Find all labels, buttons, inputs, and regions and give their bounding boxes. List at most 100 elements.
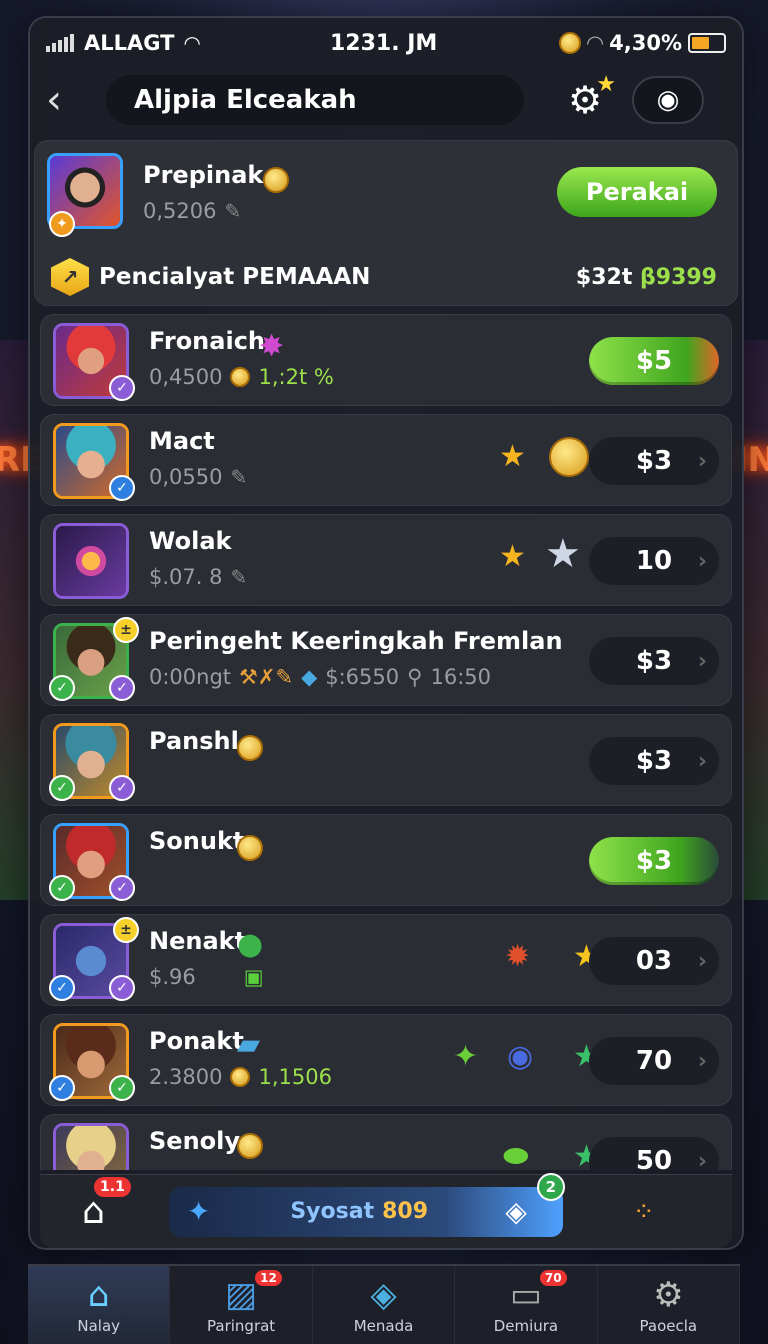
coin-icon: [237, 729, 263, 764]
notification-badge: 1.1: [94, 1177, 131, 1197]
verified-badge: ✓: [109, 375, 135, 401]
record-button[interactable]: ◉: [632, 76, 704, 124]
banner-label: Pencialyat PEMAAAN: [99, 264, 371, 290]
app-window: ALLAGT ◠ 1231. JM ◠ 4,30% ‹ Aljpia Elcea…: [30, 18, 742, 1248]
search-icon: ⚲: [407, 665, 423, 689]
nav-item-menada[interactable]: ◈ Menada: [313, 1266, 456, 1344]
battery-percent: 4,30%: [609, 31, 682, 55]
gem-icon: ◆: [301, 665, 318, 689]
items-icon: ⚒✗✎: [239, 665, 294, 689]
price-button[interactable]: $3 ›: [589, 637, 719, 685]
sync-label: Syosat: [290, 1199, 375, 1224]
coin-icon: [230, 1067, 251, 1087]
list-item[interactable]: ✓ Fronaich ✸ 0,4500 1,:2t % $5: [40, 314, 732, 406]
player-score: $.96: [149, 965, 196, 989]
player-name: Senoly: [149, 1127, 241, 1155]
coin-icon: [263, 161, 289, 196]
diamond-icon: ✦: [186, 1195, 211, 1228]
list-item[interactable]: ± ✓ ✓ Nenakt ● $.96 ▣ ✹ ★ 03 ›: [40, 914, 732, 1006]
nav-item-nalay[interactable]: ⌂ Nalay: [28, 1266, 171, 1344]
home-icon: ⌂: [87, 1275, 110, 1315]
price-button[interactable]: $5: [589, 337, 719, 385]
coin-badge: ±: [113, 917, 139, 943]
verified-badge: ✓: [109, 675, 135, 701]
nav-item-paoecla[interactable]: ⚙ Paoecla: [598, 1266, 741, 1344]
tag-icon: ◈: [505, 1195, 527, 1228]
verified-badge: ✓: [109, 1075, 135, 1101]
player-score: 2.3800: [149, 1065, 223, 1089]
bottom-navigation: ⌂ Nalay ▨ 12 Paringrat ◈ Menada ▭ 70 Dem…: [28, 1264, 741, 1344]
header: ‹ Aljpia Elceakah ⚙ ★ ◉: [46, 72, 726, 128]
action-bar: ⌂ 1.1 ✦ Syosat 809 ◈ 2 ⁘: [40, 1172, 732, 1248]
nav-item-paringrat[interactable]: ▨ 12 Paringrat: [170, 1266, 313, 1344]
level-badge: ✦: [49, 211, 75, 237]
list-item[interactable]: ± ✓ ✓ Peringeht Keeringkah Fremlan 0:00n…: [40, 614, 732, 706]
player-score: 0:00ngt: [149, 665, 232, 689]
price-button[interactable]: 10 ›: [589, 537, 719, 585]
list-item[interactable]: Wolak $.07. 8 ✎ ★ ★ 10 ›: [40, 514, 732, 606]
beetle-icon: ✹: [505, 939, 531, 974]
picture-icon: ▨: [225, 1275, 258, 1315]
sync-bar[interactable]: ✦ Syosat 809 ◈ 2: [168, 1172, 565, 1237]
notification-badge: 70: [539, 1270, 567, 1286]
chevron-right-icon: ›: [697, 1048, 707, 1074]
player-name: Wolak: [149, 527, 232, 555]
page-title: Aljpia Elceakah: [106, 75, 524, 125]
price-button[interactable]: $3 ›: [589, 437, 719, 485]
carrier-name: ALLAGT: [84, 31, 175, 55]
green-card-icon: ▣: [243, 965, 264, 989]
player-bonus: 1,1506: [258, 1065, 332, 1089]
list-item[interactable]: ✓ ✓ Sonukt $3: [40, 814, 732, 906]
dragon-icon: ✸: [259, 329, 285, 364]
verified-badge: ✓: [109, 875, 135, 901]
status-bar: ALLAGT ◠ 1231. JM ◠ 4,30%: [46, 28, 726, 58]
player-name: Peringeht Keeringkah Fremlan: [149, 627, 563, 655]
notification-badge: 12: [255, 1270, 282, 1286]
wifi-icon: ◠: [586, 31, 604, 55]
avatar: [53, 523, 129, 599]
player-name: Fronaich: [149, 327, 266, 355]
price-button[interactable]: 70 ›: [589, 1037, 719, 1085]
nav-item-demiura[interactable]: ▭ 70 Demiura: [455, 1266, 598, 1344]
coin-icon: [558, 32, 581, 54]
bone-icon: ✎: [230, 465, 248, 489]
chevron-right-icon: ›: [697, 1148, 707, 1171]
star-icon: ★: [596, 72, 616, 97]
price-button[interactable]: 50 ›: [589, 1137, 719, 1170]
chevron-right-icon: ›: [697, 448, 707, 474]
list-item[interactable]: ✓ ✓ Panshl $3 ›: [40, 714, 732, 806]
price-button[interactable]: $3: [589, 837, 719, 885]
list-item[interactable]: ✓ ✓ Ponakt ▰ 2.3800 1,1506 ✦ ◉ ★ 70 ›: [40, 1014, 732, 1106]
pill-icon: ⬬: [503, 1139, 529, 1170]
price-button[interactable]: $3 ›: [589, 737, 719, 785]
check-badge: ✓: [49, 975, 75, 1001]
check-badge: ✓: [49, 775, 75, 801]
avatar: [53, 1123, 129, 1170]
target-icon: ◉: [656, 85, 680, 115]
star-icon: ★: [499, 439, 526, 474]
price-button[interactable]: 03 ›: [589, 937, 719, 985]
list-item[interactable]: Senoly ⬬ ★ 50 ›: [40, 1114, 732, 1170]
player-name: Mact: [149, 427, 215, 455]
green-star-icon: ✦: [453, 1039, 479, 1074]
player-name: Prepinak: [143, 161, 264, 189]
bone-icon: ✎: [224, 199, 242, 223]
player-score: 0,4500: [149, 365, 223, 389]
box-icon: ▰: [237, 1027, 261, 1062]
settings-button[interactable]: ⚙ ★: [560, 72, 616, 122]
home-button[interactable]: ⌂ 1.1: [82, 1177, 131, 1232]
chevron-right-icon: ›: [697, 948, 707, 974]
chevron-right-icon: ›: [697, 648, 707, 674]
sync-badge: 2: [536, 1172, 565, 1201]
play-button[interactable]: Perakai: [557, 167, 717, 217]
banner-amount: $32t β9399: [575, 264, 717, 290]
verified-badge: ✓: [109, 775, 135, 801]
battery-icon: [688, 33, 726, 53]
reward-banner: ↗ Pencialyat PEMAAAN $32t β9399: [51, 257, 717, 297]
box-icon: ◈: [370, 1275, 397, 1315]
coin-icon: [237, 829, 263, 864]
trophy-icon: ↗: [51, 258, 89, 296]
back-button[interactable]: ‹: [46, 77, 106, 123]
list-item[interactable]: ✓ Mact 0,0550 ✎ ★ $3 ›: [40, 414, 732, 506]
menu-icon[interactable]: ⁘: [633, 1197, 655, 1227]
